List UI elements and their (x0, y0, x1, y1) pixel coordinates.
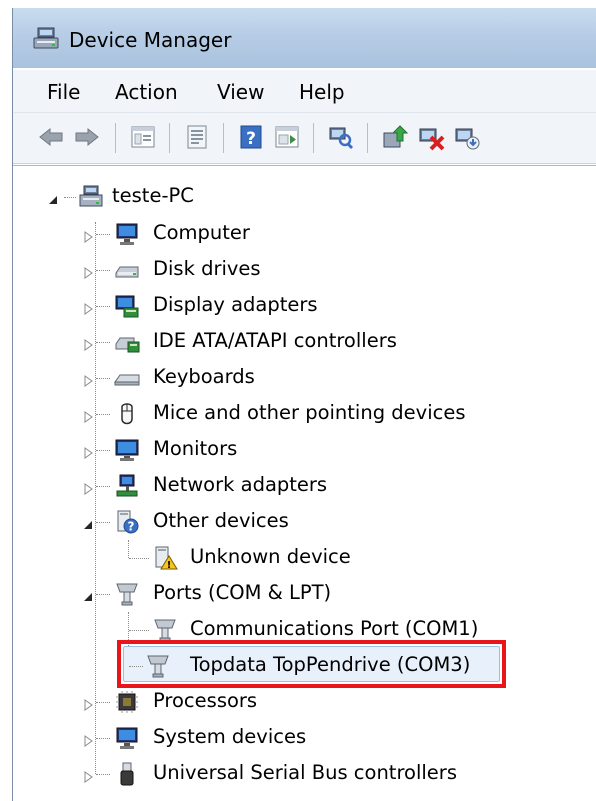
menu-help[interactable]: Help (299, 80, 345, 104)
tree-node-network-adapters[interactable]: Network adapters (0, 470, 596, 502)
toolbar-separator (223, 123, 224, 153)
toolbar-separator (367, 123, 368, 153)
collapse-triangle-icon[interactable] (82, 516, 94, 529)
node-label: teste-PC (112, 184, 194, 207)
node-label: Ports (COM & LPT) (153, 581, 332, 604)
expand-triangle-icon[interactable] (82, 696, 94, 711)
menu-bar: File Action View Help (13, 70, 596, 113)
node-label: Communications Port (COM1) (190, 617, 479, 640)
computer-icon (78, 184, 104, 210)
mouse-icon (114, 401, 140, 427)
tree-node-other-devices[interactable]: ? Other devices (0, 506, 596, 538)
ide-controller-icon (114, 329, 140, 355)
enable-disable-icon[interactable] (453, 123, 481, 151)
expand-triangle-icon[interactable] (82, 228, 94, 243)
expand-triangle-icon[interactable] (82, 300, 94, 315)
menu-view[interactable]: View (217, 80, 264, 104)
tree-node-root[interactable]: teste-PC (0, 181, 596, 213)
toolbar: ? (13, 113, 596, 164)
toolbar-separator (169, 123, 170, 153)
expand-triangle-icon[interactable] (82, 372, 94, 387)
tree-node-monitors[interactable]: Monitors (0, 434, 596, 466)
unknown-device-warning-icon: ! (152, 545, 178, 571)
tree-node-keyboards[interactable]: Keyboards (0, 362, 596, 394)
back-arrow-icon[interactable] (37, 123, 65, 151)
toolbar-separator (115, 123, 116, 153)
svg-text:!: ! (167, 560, 172, 571)
tree-node-disk-drives[interactable]: Disk drives (0, 254, 596, 286)
node-label: Mice and other pointing devices (153, 401, 466, 424)
display-adapter-icon (114, 293, 140, 319)
collapse-triangle-icon[interactable] (82, 588, 94, 601)
action-pane-icon[interactable] (273, 123, 301, 151)
device-manager-icon (32, 26, 60, 52)
window-title: Device Manager (69, 28, 232, 52)
monitor-icon (114, 221, 140, 247)
node-label: Unknown device (190, 545, 351, 568)
port-icon (114, 581, 140, 607)
node-label: Network adapters (153, 473, 328, 496)
show-hide-tree-icon[interactable] (129, 123, 157, 151)
node-label: Universal Serial Bus controllers (153, 761, 457, 784)
disk-drive-icon (114, 257, 140, 283)
toolbar-separator (313, 123, 314, 153)
collapse-triangle-icon[interactable] (47, 191, 59, 204)
tree-node-unknown-device[interactable]: ! Unknown device (0, 542, 596, 574)
node-label: Display adapters (153, 293, 318, 316)
tree-node-system-devices[interactable]: System devices (0, 722, 596, 754)
menu-action[interactable]: Action (115, 80, 178, 104)
tree-node-usb-controllers[interactable]: Universal Serial Bus controllers (0, 758, 596, 790)
expand-triangle-icon[interactable] (82, 264, 94, 279)
tree-node-processors[interactable]: Processors (0, 686, 596, 718)
node-label: Processors (153, 689, 258, 712)
node-label: IDE ATA/ATAPI controllers (153, 329, 397, 352)
node-label: Computer (153, 221, 250, 244)
node-label: Keyboards (153, 365, 255, 388)
monitor-icon (114, 437, 140, 463)
expand-triangle-icon[interactable] (82, 444, 94, 459)
network-adapter-icon (114, 473, 140, 499)
forward-arrow-icon[interactable] (73, 123, 101, 151)
menu-file[interactable]: File (47, 80, 80, 104)
svg-text:?: ? (128, 520, 135, 534)
update-driver-icon[interactable] (381, 123, 409, 151)
other-devices-icon: ? (114, 509, 140, 535)
scan-hardware-icon[interactable] (327, 123, 355, 151)
node-label: System devices (153, 725, 307, 748)
tree-node-ports[interactable]: Ports (COM & LPT) (0, 578, 596, 610)
expand-triangle-icon[interactable] (82, 480, 94, 495)
red-annotation-box (117, 640, 506, 688)
node-label: Other devices (153, 509, 289, 532)
tree-node-display-adapters[interactable]: Display adapters (0, 290, 596, 322)
tree-node-mice[interactable]: Mice and other pointing devices (0, 398, 596, 430)
tree-node-ide-controllers[interactable]: IDE ATA/ATAPI controllers (0, 326, 596, 358)
tree-node-computer[interactable]: Computer (0, 218, 596, 250)
usb-connector-icon (114, 761, 140, 787)
uninstall-icon[interactable] (417, 123, 445, 151)
system-devices-icon (114, 725, 140, 751)
expand-triangle-icon[interactable] (82, 768, 94, 783)
keyboard-icon (114, 365, 140, 391)
expand-triangle-icon[interactable] (82, 336, 94, 351)
svg-text:?: ? (246, 129, 256, 149)
title-bar: Device Manager (13, 8, 596, 68)
help-icon[interactable]: ? (237, 123, 265, 151)
node-label: Disk drives (153, 257, 261, 280)
properties-icon[interactable] (183, 123, 211, 151)
node-label: Monitors (153, 437, 238, 460)
expand-triangle-icon[interactable] (82, 732, 94, 747)
processor-icon (114, 689, 140, 715)
expand-triangle-icon[interactable] (82, 408, 94, 423)
